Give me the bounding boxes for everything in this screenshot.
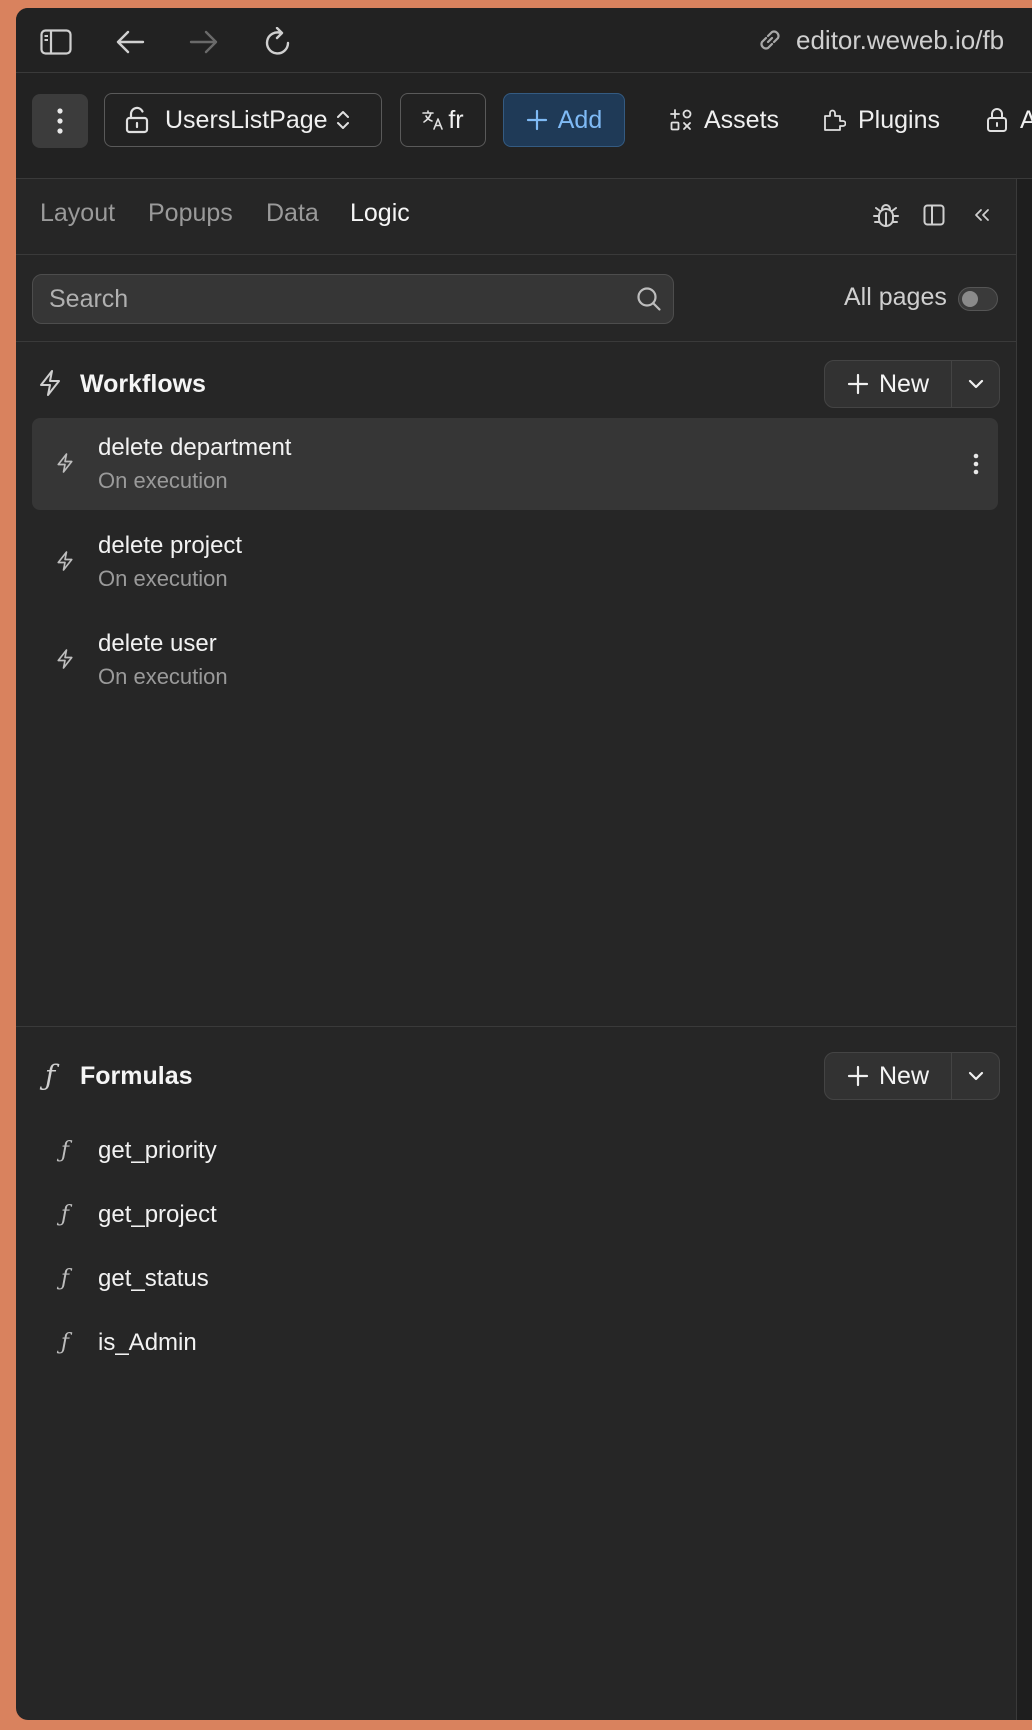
formula-name: is_Admin bbox=[98, 1329, 197, 1356]
auth-button[interactable]: Au bbox=[986, 100, 1032, 140]
workflow-trigger: On execution bbox=[98, 468, 228, 493]
tab-popups[interactable]: Popups bbox=[148, 199, 233, 228]
formula-name: get_status bbox=[98, 1265, 209, 1292]
formula-name: get_project bbox=[98, 1201, 217, 1228]
search-input[interactable] bbox=[32, 274, 674, 324]
formulas-header: ƒ Formulas New bbox=[16, 1044, 1016, 1106]
plugins-button[interactable]: Plugins bbox=[822, 100, 940, 140]
search-icon bbox=[637, 287, 661, 311]
search-row: All pages bbox=[16, 255, 1016, 342]
workflow-name: delete user bbox=[98, 630, 217, 657]
function-icon: ƒ bbox=[60, 1329, 70, 1355]
workflow-item[interactable]: delete user On execution bbox=[32, 614, 998, 706]
panel-tabs: Layout Popups Data Logic bbox=[16, 179, 1016, 255]
page-name: UsersListPage bbox=[165, 105, 328, 134]
assets-icon bbox=[670, 109, 692, 131]
lightning-icon bbox=[34, 367, 66, 399]
formula-item[interactable]: ƒ is_Admin bbox=[32, 1317, 998, 1367]
link-icon bbox=[760, 30, 780, 50]
lightning-icon bbox=[50, 546, 80, 576]
tab-data[interactable]: Data bbox=[266, 199, 319, 228]
workflows-header: Workflows New bbox=[16, 352, 1016, 414]
new-formula-group: New bbox=[824, 1052, 1000, 1100]
language-button[interactable]: fr bbox=[400, 93, 486, 147]
plugins-label: Plugins bbox=[858, 105, 940, 134]
workflows-title: Workflows bbox=[80, 370, 206, 398]
section-divider bbox=[16, 1026, 1016, 1027]
toggle-knob bbox=[962, 291, 978, 307]
formula-name: get_priority bbox=[98, 1137, 217, 1164]
new-formula-dropdown[interactable] bbox=[952, 1053, 1000, 1099]
vertical-dots-icon[interactable] bbox=[962, 448, 990, 480]
function-icon: ƒ bbox=[60, 1137, 70, 1163]
function-icon: ƒ bbox=[44, 1058, 56, 1092]
vertical-dots-icon bbox=[57, 108, 63, 134]
formula-item[interactable]: ƒ get_priority bbox=[32, 1125, 998, 1175]
editor-window: editor.weweb.io/fb UsersListPage fr Add … bbox=[16, 8, 1032, 1720]
browser-chrome: editor.weweb.io/fb bbox=[16, 8, 1032, 73]
tab-layout[interactable]: Layout bbox=[40, 199, 115, 228]
new-workflow-dropdown[interactable] bbox=[952, 361, 1000, 407]
chevron-down-icon bbox=[968, 1071, 984, 1081]
plugin-icon bbox=[824, 109, 846, 131]
new-label: New bbox=[878, 1061, 929, 1090]
workflow-name: delete department bbox=[98, 434, 292, 461]
workflow-name: delete project bbox=[98, 532, 243, 559]
unlock-icon bbox=[125, 106, 149, 134]
new-workflow-button[interactable]: New bbox=[825, 361, 951, 407]
all-pages-toggle[interactable] bbox=[958, 287, 998, 311]
debug-bug-icon[interactable] bbox=[870, 199, 902, 231]
new-workflow-group: New bbox=[824, 360, 1000, 408]
forward-arrow-icon[interactable] bbox=[186, 24, 222, 60]
plus-icon bbox=[526, 109, 547, 131]
new-formula-button[interactable]: New bbox=[825, 1053, 951, 1099]
function-icon: ƒ bbox=[60, 1265, 70, 1291]
language-code: fr bbox=[448, 105, 464, 134]
assets-label: Assets bbox=[704, 105, 780, 134]
assets-button[interactable]: Assets bbox=[670, 100, 779, 140]
translate-icon bbox=[422, 110, 444, 130]
lock-icon bbox=[987, 108, 1007, 132]
lightning-icon bbox=[50, 448, 80, 478]
chevron-up-down-icon bbox=[336, 111, 349, 129]
plus-icon bbox=[847, 1065, 869, 1087]
tab-logic[interactable]: Logic bbox=[350, 199, 410, 228]
add-button[interactable]: Add bbox=[503, 93, 625, 147]
auth-label: Au bbox=[1020, 105, 1032, 134]
more-menu-button[interactable] bbox=[32, 94, 88, 148]
reload-icon[interactable] bbox=[260, 24, 296, 60]
address-bar[interactable]: editor.weweb.io/fb bbox=[756, 22, 1004, 58]
panel-layout-icon[interactable] bbox=[918, 199, 950, 231]
workflow-trigger: On execution bbox=[98, 664, 228, 689]
new-label: New bbox=[878, 369, 929, 398]
collapse-chevrons-icon[interactable] bbox=[966, 199, 998, 231]
panel-resize-edge[interactable] bbox=[1016, 179, 1032, 1720]
back-arrow-icon[interactable] bbox=[112, 24, 148, 60]
add-label: Add bbox=[557, 105, 603, 134]
workflow-item[interactable]: delete department On execution bbox=[32, 418, 998, 510]
formulas-title: Formulas bbox=[80, 1062, 193, 1090]
url-text: editor.weweb.io/fb bbox=[796, 24, 1005, 55]
workflow-item[interactable]: delete project On execution bbox=[32, 516, 998, 608]
workflow-trigger: On execution bbox=[98, 566, 228, 591]
function-icon: ƒ bbox=[60, 1201, 70, 1227]
sidebar-toggle-icon[interactable] bbox=[38, 24, 74, 60]
page-selector[interactable]: UsersListPage bbox=[104, 93, 382, 147]
chevron-down-icon bbox=[968, 379, 984, 389]
formula-item[interactable]: ƒ get_project bbox=[32, 1189, 998, 1239]
plus-icon bbox=[847, 373, 869, 395]
lightning-icon bbox=[50, 644, 80, 674]
all-pages-label: All pages bbox=[844, 283, 947, 311]
formula-item[interactable]: ƒ get_status bbox=[32, 1253, 998, 1303]
